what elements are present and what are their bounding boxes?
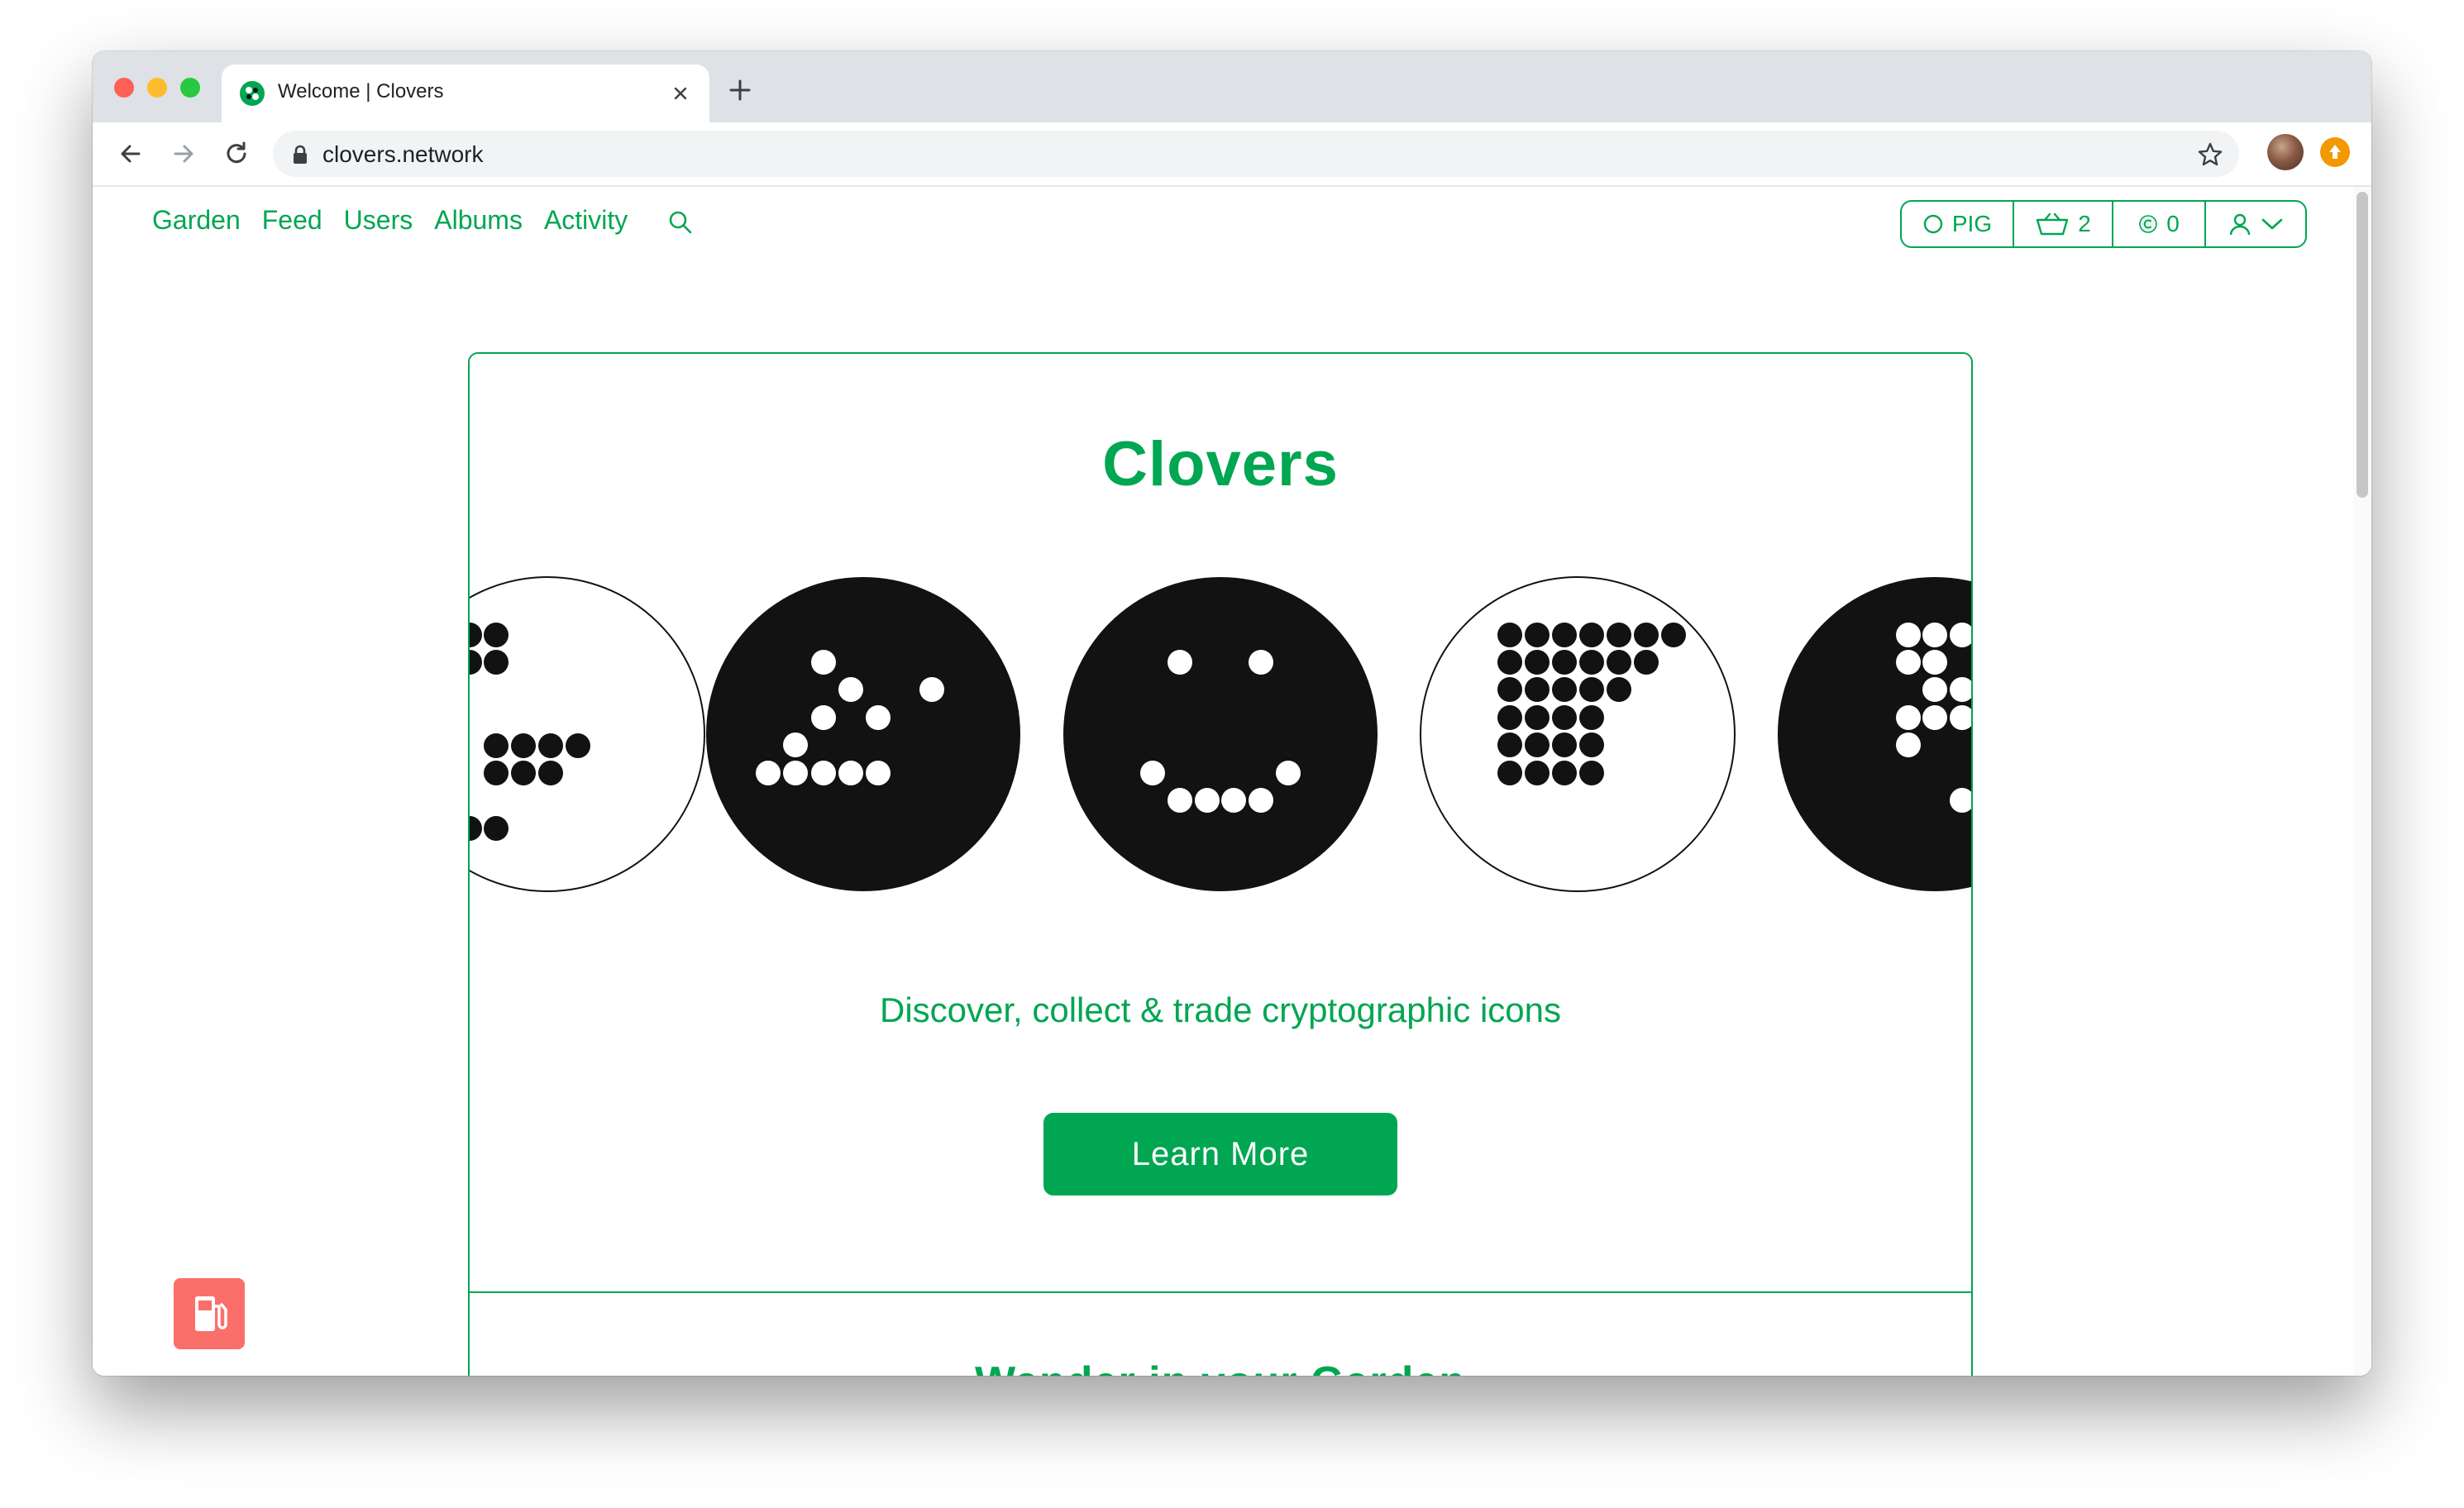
profile-avatar[interactable] bbox=[2267, 134, 2304, 170]
clover-icon[interactable] bbox=[1063, 577, 1378, 891]
hero-card: Clovers Discover, collect & trade crypto… bbox=[468, 352, 1973, 1376]
section-divider bbox=[470, 1291, 1971, 1293]
bookmark-star-icon[interactable] bbox=[2196, 141, 2224, 169]
browser-toolbar: clovers.network bbox=[93, 122, 2371, 187]
close-tab-icon[interactable] bbox=[668, 81, 693, 106]
gas-station-button[interactable] bbox=[174, 1278, 245, 1349]
nav-feed[interactable]: Feed bbox=[262, 205, 322, 243]
lock-icon bbox=[294, 145, 307, 164]
extension-icon[interactable] bbox=[2320, 137, 2350, 167]
clover-icon[interactable] bbox=[706, 577, 1020, 891]
nav-activity[interactable]: Activity bbox=[544, 205, 628, 243]
clover-icon[interactable] bbox=[1420, 576, 1736, 892]
back-arrow-icon[interactable] bbox=[114, 137, 147, 170]
clover-icon[interactable] bbox=[1778, 577, 1971, 891]
hero-title: Clovers bbox=[1102, 429, 1339, 499]
network-label: PIG bbox=[1951, 211, 1993, 236]
clover-carousel[interactable] bbox=[470, 574, 1971, 896]
site-nav: Garden Feed Users Albums Activity bbox=[152, 205, 628, 243]
clover-coin-icon bbox=[2139, 215, 2158, 233]
coin-count: 0 bbox=[2166, 211, 2180, 236]
close-window-button[interactable] bbox=[114, 78, 134, 98]
network-button[interactable]: PIG bbox=[1902, 202, 2014, 246]
web-page: Garden Feed Users Albums Activity PIG 2 … bbox=[93, 187, 2371, 1376]
page-scrollbar[interactable] bbox=[2353, 187, 2371, 1376]
user-icon bbox=[2229, 213, 2251, 236]
garden-section-title: Wander in your Garden bbox=[470, 1358, 1971, 1376]
chevron-down-icon bbox=[2261, 218, 2283, 230]
network-status-icon bbox=[1923, 214, 1943, 234]
basket-icon bbox=[2037, 212, 2069, 236]
scrollbar-thumb[interactable] bbox=[2357, 192, 2368, 498]
address-bar[interactable]: clovers.network bbox=[273, 131, 2239, 177]
clover-icon[interactable] bbox=[470, 576, 705, 892]
hero-tagline: Discover, collect & trade cryptographic … bbox=[879, 990, 1562, 1029]
new-tab-icon[interactable] bbox=[726, 76, 754, 104]
nav-garden[interactable]: Garden bbox=[152, 205, 241, 243]
reload-icon[interactable] bbox=[220, 137, 253, 170]
clover-favicon-icon bbox=[240, 81, 265, 106]
learn-more-button[interactable]: Learn More bbox=[1043, 1113, 1397, 1195]
search-icon[interactable] bbox=[666, 208, 695, 236]
coins-button[interactable]: 0 bbox=[2113, 202, 2206, 246]
url-text: clovers.network bbox=[322, 141, 484, 167]
maximize-window-button[interactable] bbox=[180, 78, 200, 98]
nav-albums[interactable]: Albums bbox=[434, 205, 523, 243]
gas-pump-icon bbox=[195, 1296, 227, 1331]
nav-users[interactable]: Users bbox=[344, 205, 413, 243]
forward-arrow-icon[interactable] bbox=[167, 137, 200, 170]
tab-bar: Welcome | Clovers bbox=[93, 51, 2371, 122]
browser-window: Welcome | Clovers clovers.network Garden… bbox=[93, 51, 2371, 1376]
minimize-window-button[interactable] bbox=[147, 78, 167, 98]
tab-title: Welcome | Clovers bbox=[278, 80, 444, 103]
account-menu-button[interactable] bbox=[2206, 202, 2305, 246]
browser-tab[interactable]: Welcome | Clovers bbox=[222, 64, 709, 122]
basket-count: 2 bbox=[2078, 211, 2091, 236]
user-toolbar: PIG 2 0 bbox=[1900, 200, 2307, 248]
basket-button[interactable]: 2 bbox=[2014, 202, 2113, 246]
